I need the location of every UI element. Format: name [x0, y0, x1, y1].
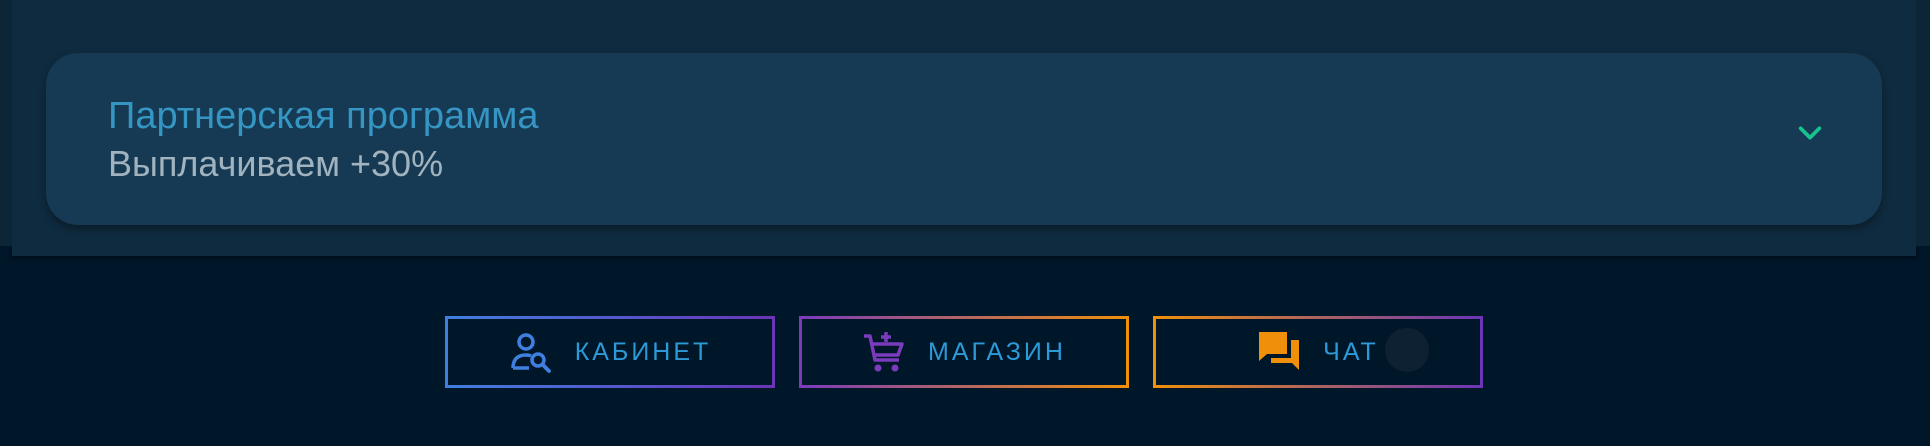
cabinet-button-inner: КАБИНЕТ [448, 319, 772, 385]
chat-notification-dot [1385, 328, 1429, 372]
chat-button-inner: ЧАТ [1156, 319, 1480, 385]
cart-plus-icon [864, 332, 904, 372]
panel-edge-right [1916, 0, 1930, 246]
chat-button-label: ЧАТ [1323, 337, 1379, 366]
shop-button-inner: МАГАЗИН [802, 319, 1126, 385]
card-title: Партнерская программа [108, 95, 539, 137]
shop-button-label: МАГАЗИН [928, 337, 1066, 366]
card-subtitle: Выплачиваем +30% [108, 143, 444, 184]
user-search-icon [510, 333, 551, 373]
chevron-down-icon[interactable] [1796, 119, 1824, 147]
chat-icon [1259, 332, 1300, 370]
partner-program-card[interactable]: Партнерская программа Выплачиваем +30% [46, 53, 1882, 225]
cabinet-button-label: КАБИНЕТ [574, 337, 712, 366]
panel-edge-left [0, 0, 12, 246]
cabinet-button[interactable]: КАБИНЕТ [445, 316, 775, 388]
shop-button[interactable]: МАГАЗИН [799, 316, 1129, 388]
chat-button[interactable]: ЧАТ [1153, 316, 1483, 388]
